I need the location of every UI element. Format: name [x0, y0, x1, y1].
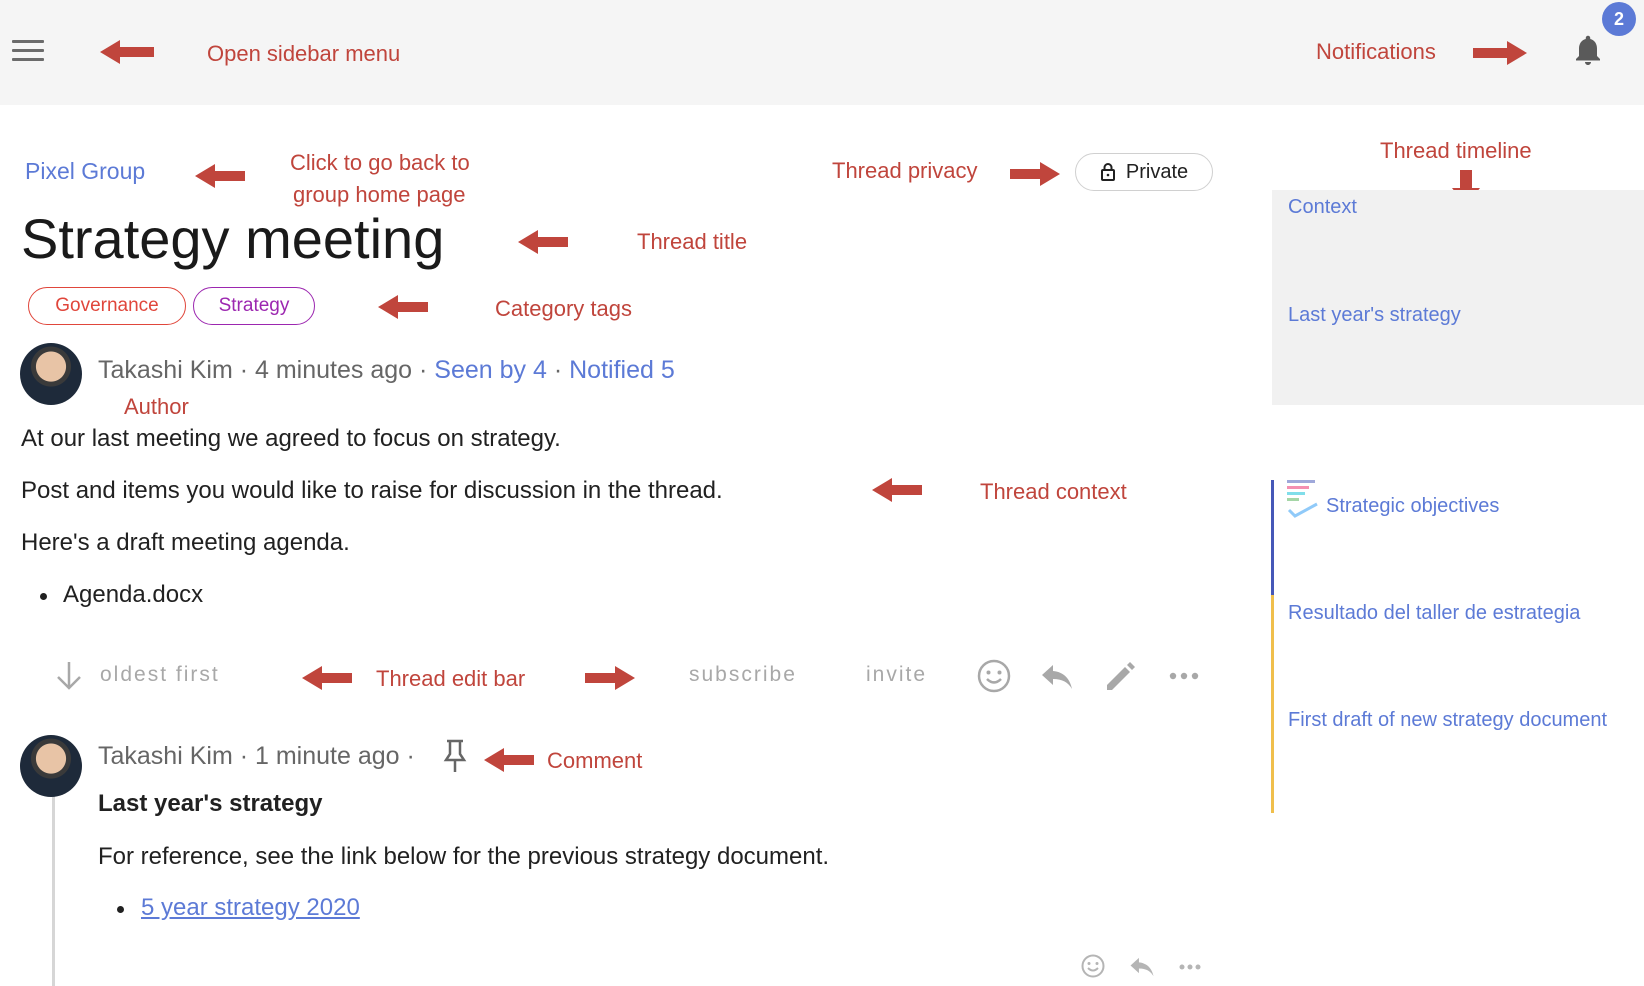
separator: ·	[553, 356, 563, 384]
arrow-right-icon	[1473, 41, 1527, 65]
annotation-category-tags: Category tags	[495, 296, 632, 321]
comment-heading: Last year's strategy	[98, 790, 323, 817]
bullet	[117, 906, 124, 913]
annotation-comment: Comment	[547, 748, 643, 773]
context-line: Post and items you would like to raise f…	[21, 477, 723, 504]
timeline-item-last-years-strategy[interactable]: Last year's strategy	[1288, 304, 1461, 327]
more-icon[interactable]	[1168, 670, 1200, 682]
arrow-left-icon	[302, 666, 352, 690]
group-link[interactable]: Pixel Group	[25, 158, 145, 185]
annotation-click-back-2: group home page	[293, 182, 466, 207]
bell-icon[interactable]	[1570, 30, 1606, 70]
arrow-left-icon	[378, 295, 428, 319]
annotation-thread-context: Thread context	[980, 479, 1127, 504]
avatar[interactable]	[20, 735, 82, 797]
arrow-left-icon	[484, 748, 534, 772]
annotation-thread-title: Thread title	[637, 229, 748, 254]
privacy-label: Private	[1125, 160, 1189, 183]
tag-strategy[interactable]: Strategy	[193, 287, 315, 325]
attachment-link[interactable]: Agenda.docx	[63, 581, 203, 609]
timeline-item-first-draft[interactable]: First draft of new strategy document	[1288, 709, 1607, 732]
emoji-icon[interactable]	[1080, 953, 1106, 979]
strategy-2020-link[interactable]: 5 year strategy 2020	[141, 894, 360, 922]
arrow-left-icon	[518, 230, 568, 254]
comment-thread-line	[52, 768, 55, 986]
notified-link[interactable]: Notified 5	[569, 356, 675, 384]
timeline-context-block	[1272, 190, 1644, 405]
separator: ·	[239, 356, 249, 384]
reply-icon[interactable]	[1040, 663, 1074, 691]
annotation-click-back-1: Click to go back to	[290, 150, 470, 175]
thread-meta: Takashi Kim · 4 minutes ago · Seen by 4 …	[98, 356, 675, 385]
reply-icon[interactable]	[1129, 956, 1155, 978]
sort-oldest-first[interactable]: oldest first	[100, 663, 220, 687]
arrow-down-icon[interactable]	[55, 660, 83, 692]
subscribe-button[interactable]: subscribe	[689, 663, 797, 687]
arrow-left-icon	[100, 40, 154, 64]
tag-governance[interactable]: Governance	[28, 287, 186, 325]
emoji-icon[interactable]	[976, 658, 1012, 694]
separator: ·	[419, 356, 428, 384]
more-icon[interactable]	[1178, 962, 1202, 972]
pin-icon[interactable]	[442, 738, 468, 774]
arrow-right-icon	[1010, 162, 1060, 186]
timeline-item-strategic-objectives[interactable]: Strategic objectives	[1326, 495, 1499, 518]
menu-icon[interactable]	[12, 40, 44, 62]
annotation-thread-timeline: Thread timeline	[1380, 138, 1532, 163]
comment-text: For reference, see the link below for th…	[98, 843, 830, 870]
bullet	[40, 593, 47, 600]
annotation-open-sidebar: Open sidebar menu	[207, 41, 401, 66]
annotation-author: Author	[124, 394, 189, 419]
post-time: 4 minutes ago	[255, 356, 413, 384]
context-line: At our last meeting we agreed to focus o…	[21, 425, 561, 452]
timeline-bar-blue	[1271, 480, 1274, 595]
thread-title: Strategy meeting	[21, 207, 445, 270]
seen-by-link[interactable]: Seen by 4	[434, 356, 547, 384]
edit-icon[interactable]	[1103, 659, 1137, 693]
notification-badge[interactable]: 2	[1602, 2, 1636, 36]
annotation-thread-edit-bar: Thread edit bar	[376, 666, 526, 691]
arrow-left-icon	[195, 164, 245, 188]
comment-meta: Takashi Kim · 1 minute ago ·	[98, 742, 415, 771]
privacy-button[interactable]: Private	[1075, 153, 1213, 191]
poll-icon	[1287, 480, 1318, 518]
annotation-notifications: Notifications	[1316, 39, 1436, 64]
context-line: Here's a draft meeting agenda.	[21, 529, 350, 556]
lock-icon	[1100, 163, 1115, 181]
timeline-bar-yellow	[1271, 595, 1274, 813]
comment-author[interactable]: Takashi Kim	[98, 742, 233, 770]
invite-button[interactable]: invite	[866, 663, 927, 687]
arrow-left-icon	[872, 478, 922, 502]
separator: ·	[406, 742, 415, 770]
timeline-item-context[interactable]: Context	[1288, 196, 1357, 219]
separator: ·	[239, 742, 249, 770]
comment-time: 1 minute ago	[255, 742, 400, 770]
timeline-item-resultado[interactable]: Resultado del taller de estrategia	[1288, 602, 1580, 625]
arrow-right-icon	[585, 666, 635, 690]
annotation-thread-privacy: Thread privacy	[832, 158, 978, 183]
author-name[interactable]: Takashi Kim	[98, 356, 233, 384]
avatar[interactable]	[20, 343, 82, 405]
